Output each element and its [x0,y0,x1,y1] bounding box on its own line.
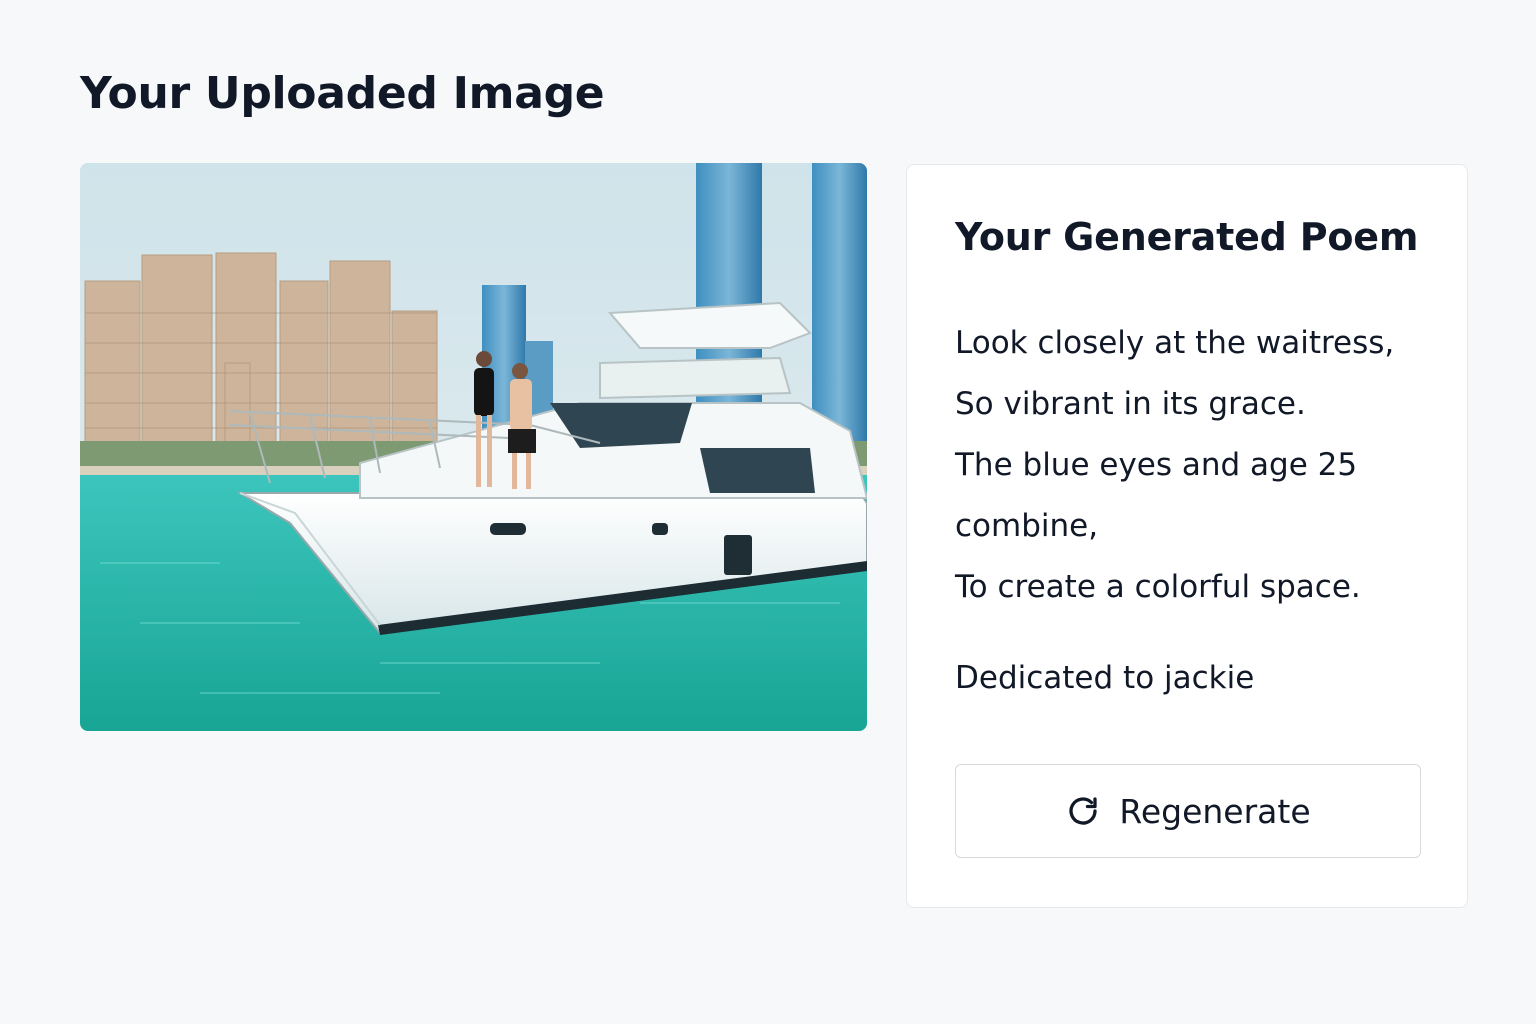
poem-line: Look closely at the waitress, [955,325,1395,361]
page-title: Your Uploaded Image [80,68,605,119]
poem-line: To create a colorful space. [955,569,1361,605]
poem-title: Your Generated Poem [955,215,1419,259]
refresh-icon [1069,797,1098,825]
poem-line: The blue eyes and age 25 combine, [955,447,1367,544]
regenerate-button[interactable]: Regenerate [955,764,1421,858]
regenerate-button-label: Regenerate [1119,791,1311,831]
poem-line: So vibrant in its grace. [955,386,1306,422]
poem-body: Look closely at the waitress, So vibrant… [955,313,1419,618]
uploaded-image [80,163,867,731]
poem-dedication: Dedicated to jackie [955,660,1255,696]
yacht-photo [80,163,867,731]
poem-card: Your Generated Poem Look closely at the … [906,164,1468,908]
